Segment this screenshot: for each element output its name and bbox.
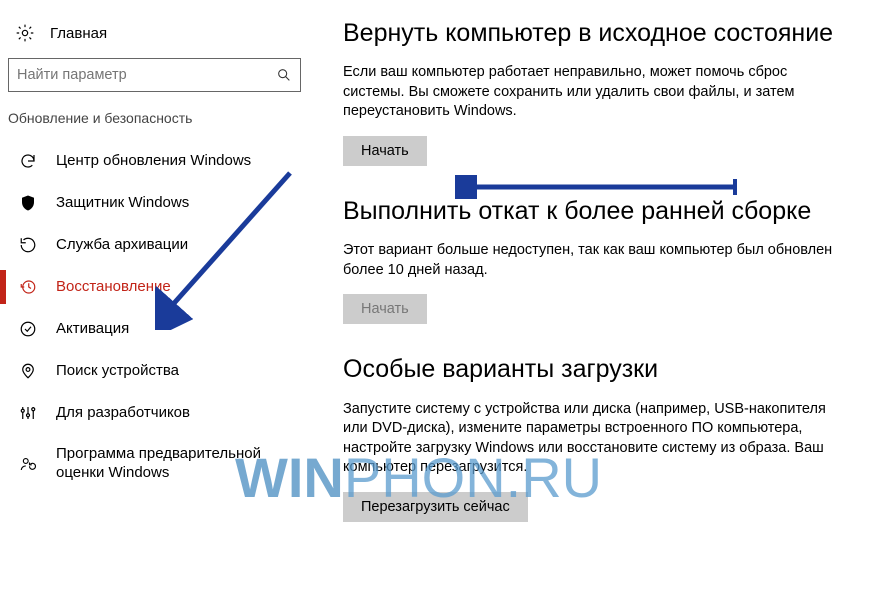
sidebar-item-activation[interactable]: Активация [8, 308, 307, 350]
gear-icon [14, 22, 36, 44]
section-title: Особые варианты загрузки [343, 354, 857, 385]
sidebar-item-developers[interactable]: Для разработчиков [8, 392, 307, 434]
section-desc: Если ваш компьютер работает неправильно,… [343, 63, 843, 122]
section-desc: Запустите систему с устройства или диска… [343, 400, 843, 478]
sidebar-home-label: Главная [50, 25, 107, 42]
sidebar-item-defender[interactable]: Защитник Windows [8, 182, 307, 224]
sidebar-item-backup[interactable]: Служба архивации [8, 224, 307, 266]
search-input-wrap[interactable] [8, 58, 301, 92]
section-title: Выполнить откат к более ранней сборке [343, 196, 857, 227]
sync-icon [18, 151, 38, 171]
section-reset: Вернуть компьютер в исходное состояние Е… [343, 18, 857, 166]
sidebar-nav: Центр обновления Windows Защитник Window… [8, 140, 307, 494]
sidebar-item-label: Центр обновления Windows [56, 152, 251, 171]
sidebar-item-insider[interactable]: Программа предварительной оценки Windows [8, 434, 307, 494]
check-circle-icon [18, 319, 38, 339]
sidebar: Главная Обновление и безопасность Центр … [0, 0, 315, 600]
sidebar-item-recovery[interactable]: Восстановление [8, 266, 307, 308]
sidebar-home[interactable]: Главная [8, 22, 307, 58]
reset-start-button[interactable]: Начать [343, 136, 427, 166]
sidebar-item-label: Программа предварительной оценки Windows [56, 445, 301, 483]
restart-now-button[interactable]: Перезагрузить сейчас [343, 492, 528, 522]
section-desc: Этот вариант больше недоступен, так как … [343, 241, 843, 280]
content-pane: Вернуть компьютер в исходное состояние Е… [315, 0, 875, 600]
sidebar-category: Обновление и безопасность [8, 108, 307, 140]
history-icon [18, 277, 38, 297]
shield-icon [18, 193, 38, 213]
sidebar-item-find-device[interactable]: Поиск устройства [8, 350, 307, 392]
sidebar-item-label: Служба архивации [56, 236, 188, 255]
sidebar-item-label: Активация [56, 320, 129, 339]
location-icon [18, 361, 38, 381]
person-refresh-icon [18, 454, 38, 474]
backup-arrow-icon [18, 235, 38, 255]
section-title: Вернуть компьютер в исходное состояние [343, 18, 857, 49]
sidebar-item-label: Для разработчиков [56, 404, 190, 423]
search-input[interactable] [9, 59, 300, 91]
sidebar-item-label: Поиск устройства [56, 362, 179, 381]
sidebar-item-windows-update[interactable]: Центр обновления Windows [8, 140, 307, 182]
search-icon [276, 67, 292, 83]
sliders-icon [18, 403, 38, 423]
sidebar-item-label: Защитник Windows [56, 194, 189, 213]
sidebar-item-label: Восстановление [56, 278, 171, 297]
rollback-start-button: Начать [343, 294, 427, 324]
section-rollback: Выполнить откат к более ранней сборке Эт… [343, 196, 857, 324]
section-advanced-startup: Особые варианты загрузки Запустите систе… [343, 354, 857, 522]
